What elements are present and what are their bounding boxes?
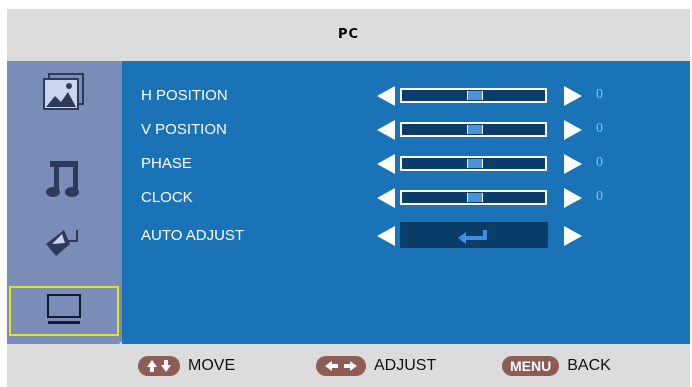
sidebar-item-pc[interactable] (9, 286, 119, 336)
monitor-pc-icon (47, 294, 81, 324)
row-label: CLOCK (141, 189, 193, 206)
row-label: V POSITION (141, 121, 227, 138)
pen-setup-icon (46, 230, 78, 256)
picture-icon (43, 73, 84, 110)
up-down-arrows-icon (138, 355, 180, 376)
slider-knob[interactable] (467, 125, 483, 134)
phase-slider[interactable] (400, 156, 547, 171)
enter-icon (458, 230, 487, 244)
hint-adjust: ADJUST (316, 344, 436, 387)
right-arrow-icon[interactable] (564, 188, 582, 208)
footer-hints: MOVE ADJUST MENU BACK (7, 344, 690, 387)
row-value: 0 (596, 121, 603, 136)
hint-move-label: MOVE (188, 356, 236, 374)
slider-knob[interactable] (467, 193, 483, 202)
slider-knob[interactable] (467, 159, 483, 168)
menu-key: MENU (502, 355, 560, 376)
hint-back: MENU BACK (502, 344, 611, 387)
osd-window: PC MOVE ADJUST MENU BACK (7, 9, 690, 387)
row-value: 0 (596, 155, 603, 170)
page-title: PC (337, 27, 360, 42)
right-arrow-icon[interactable] (564, 120, 582, 140)
left-arrow-icon[interactable] (377, 154, 395, 174)
sidebar-item-setup[interactable] (9, 216, 119, 266)
hint-back-label: BACK (567, 356, 611, 374)
left-arrow-icon[interactable] (377, 188, 395, 208)
right-arrow-icon[interactable] (564, 154, 582, 174)
title-bar: PC (7, 9, 690, 61)
row-value: 0 (596, 87, 603, 102)
right-arrow-icon[interactable] (564, 86, 582, 106)
left-arrow-icon[interactable] (377, 86, 395, 106)
left-arrow-icon[interactable] (377, 226, 395, 246)
hint-move: MOVE (138, 344, 235, 387)
sidebar-item-picture[interactable] (9, 68, 119, 118)
clock-slider[interactable] (400, 190, 547, 205)
row-label: AUTO ADJUST (141, 227, 245, 244)
row-value: 0 (596, 189, 603, 204)
left-arrow-icon[interactable] (377, 120, 395, 140)
h-position-slider[interactable] (400, 88, 547, 103)
hint-adjust-label: ADJUST (374, 356, 437, 374)
left-right-arrows-icon (316, 355, 366, 376)
sidebar-item-audio[interactable] (9, 153, 119, 203)
music-note-icon (46, 161, 79, 197)
row-label: H POSITION (141, 87, 228, 104)
right-arrow-icon[interactable] (564, 226, 582, 246)
sidebar (7, 61, 122, 370)
row-label: PHASE (141, 155, 192, 172)
slider-knob[interactable] (467, 91, 483, 100)
v-position-slider[interactable] (400, 122, 547, 137)
auto-adjust-button[interactable] (400, 222, 548, 248)
